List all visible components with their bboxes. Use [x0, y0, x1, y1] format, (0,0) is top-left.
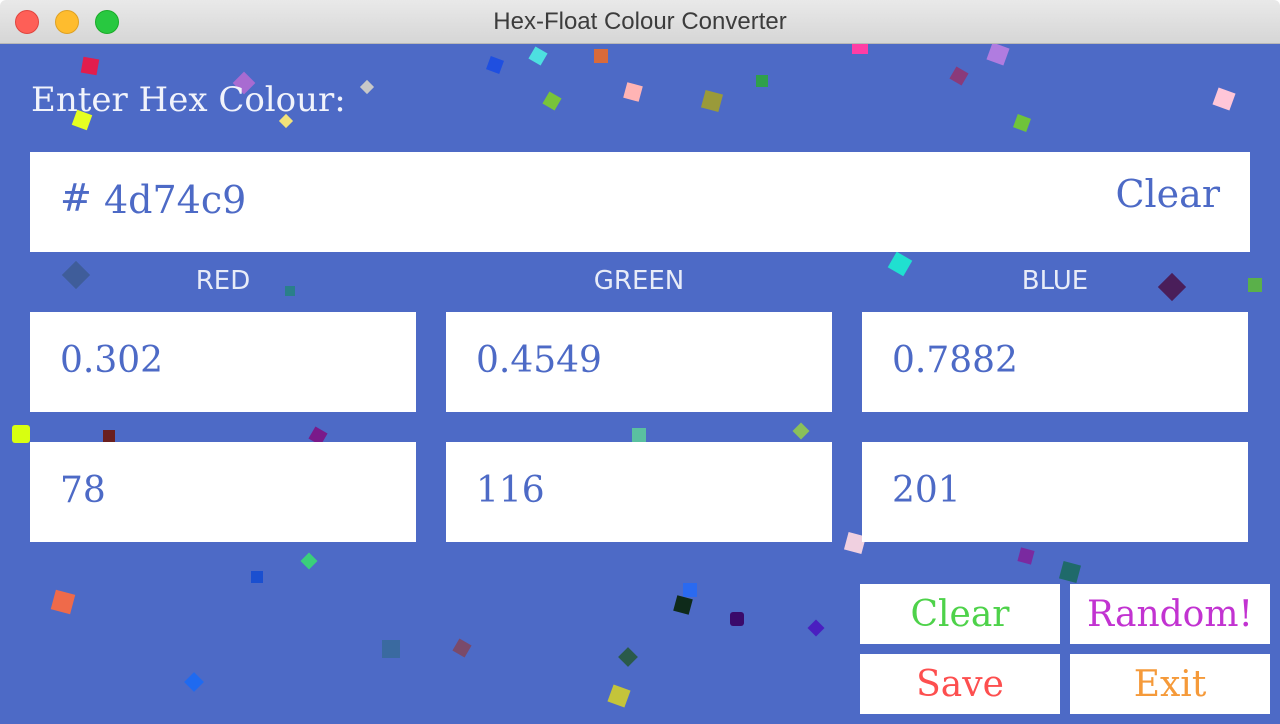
green-float-input[interactable]	[476, 334, 806, 386]
blue-int-box	[862, 442, 1248, 542]
green-float-box	[446, 312, 832, 412]
red-label: RED	[195, 266, 251, 296]
app-window: Hex-Float Colour Converter Enter Hex Col…	[0, 0, 1280, 724]
red-float-box	[30, 312, 416, 412]
green-label: GREEN	[593, 266, 685, 296]
hex-clear-button[interactable]: Clear	[1115, 172, 1220, 216]
main-panel: Enter Hex Colour: # Clear RED GREEN BLUE…	[0, 44, 1280, 724]
green-int-input[interactable]	[476, 464, 806, 516]
random-button[interactable]: Random!	[1070, 584, 1270, 644]
window-title: Hex-Float Colour Converter	[493, 8, 787, 35]
hash-prefix: #	[60, 176, 92, 220]
red-int-input[interactable]	[60, 464, 390, 516]
red-float-input[interactable]	[60, 334, 390, 386]
green-int-box	[446, 442, 832, 542]
blue-int-input[interactable]	[892, 464, 1222, 516]
blue-label: BLUE	[1021, 266, 1089, 296]
save-button[interactable]: Save	[860, 654, 1060, 714]
clear-button[interactable]: Clear	[860, 584, 1060, 644]
hex-input[interactable]	[104, 174, 1004, 226]
hex-input-box: # Clear	[30, 152, 1250, 252]
exit-button[interactable]: Exit	[1070, 654, 1270, 714]
title-bar: Hex-Float Colour Converter	[0, 0, 1280, 44]
hex-input-label: Enter Hex Colour:	[31, 80, 346, 120]
red-int-box	[30, 442, 416, 542]
blue-float-box	[862, 312, 1248, 412]
blue-float-input[interactable]	[892, 334, 1222, 386]
